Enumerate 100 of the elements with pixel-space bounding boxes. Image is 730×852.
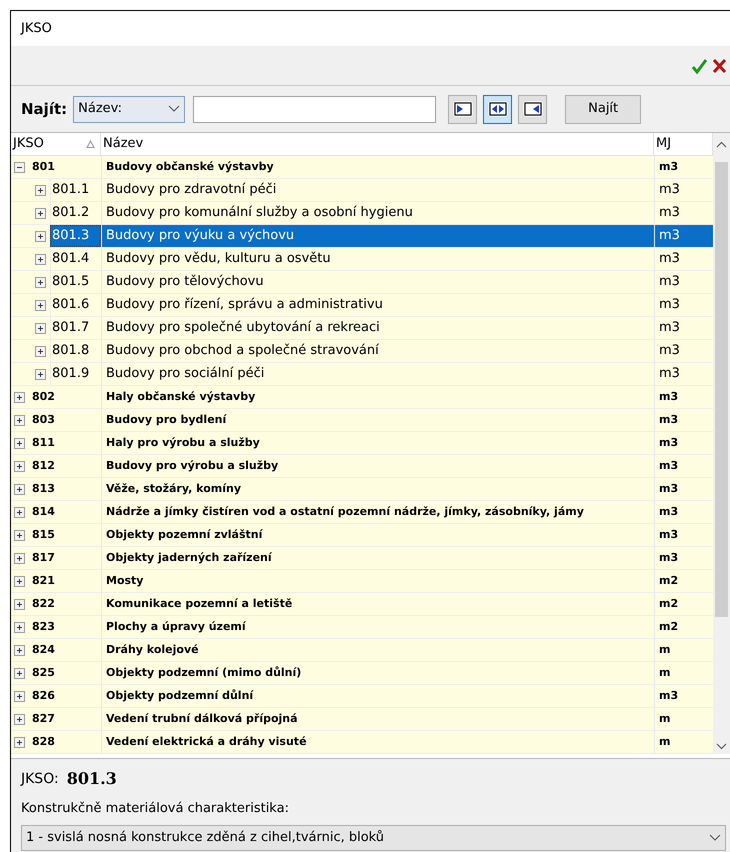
- name-cell[interactable]: Vedení trubní dálková přípojná: [101, 708, 654, 730]
- expand-icon[interactable]: [35, 300, 46, 310]
- name-cell[interactable]: Budovy pro zdravotní péči: [101, 179, 654, 201]
- name-cell[interactable]: Budovy pro sociální péči: [101, 363, 654, 385]
- name-cell[interactable]: Budovy občanské výstavby: [101, 156, 654, 178]
- code-cell[interactable]: 801.3: [50, 225, 101, 247]
- expand-icon[interactable]: [14, 460, 25, 472]
- unit-cell[interactable]: m3: [654, 478, 713, 500]
- unit-cell[interactable]: m3: [654, 455, 713, 477]
- name-cell[interactable]: Budovy pro vědu, kulturu a osvětu: [101, 248, 654, 270]
- expand-icon[interactable]: [14, 644, 25, 656]
- unit-cell[interactable]: m3: [654, 386, 713, 408]
- expand-icon[interactable]: [14, 598, 25, 610]
- chevron-down-icon[interactable]: [716, 743, 727, 750]
- unit-cell[interactable]: m3: [654, 294, 713, 316]
- close-icon[interactable]: [712, 58, 727, 74]
- unit-cell[interactable]: m3: [654, 225, 713, 247]
- expand-icon[interactable]: [35, 230, 46, 242]
- name-cell[interactable]: Plochy a úpravy území: [101, 616, 654, 638]
- name-cell[interactable]: Budovy pro společné ubytování a rekreaci: [101, 317, 654, 339]
- name-cell[interactable]: Haly občanské výstavby: [101, 386, 654, 408]
- field-dropdown[interactable]: Název:: [73, 96, 186, 122]
- name-cell[interactable]: Mosty: [101, 570, 654, 592]
- unit-cell[interactable]: m: [654, 639, 713, 661]
- name-cell[interactable]: Objekty jaderných zařízení: [101, 547, 654, 569]
- unit-cell[interactable]: m2: [654, 570, 713, 592]
- match-start-button[interactable]: [448, 94, 478, 124]
- unit-cell[interactable]: m3: [654, 340, 713, 362]
- unit-cell[interactable]: m3: [654, 179, 713, 201]
- expand-icon[interactable]: [14, 690, 25, 702]
- unit-cell[interactable]: m: [654, 731, 713, 753]
- expand-icon[interactable]: [14, 576, 25, 586]
- expand-icon[interactable]: [35, 346, 46, 356]
- expand-icon[interactable]: [35, 368, 46, 380]
- name-cell[interactable]: Objekty podzemní důlní: [101, 685, 654, 707]
- unit-cell[interactable]: m3: [654, 501, 713, 523]
- name-cell[interactable]: Budovy pro bydlení: [101, 409, 654, 431]
- column-header[interactable]: Název: [101, 133, 654, 155]
- thumb[interactable]: [715, 162, 728, 617]
- scrollbar[interactable]: [713, 156, 730, 754]
- name-cell[interactable]: Nádrže a jímky čistíren vod a ostatní pozemní nádrže, jímky, zásobníky, jámy: [101, 501, 654, 523]
- expand-icon[interactable]: [14, 506, 25, 518]
- find-button[interactable]: Najít: [565, 94, 642, 124]
- unit-cell[interactable]: m3: [654, 547, 713, 569]
- name-cell[interactable]: Budovy pro výrobu a služby: [101, 455, 654, 477]
- name-cell[interactable]: Objekty pozemní zvláštní: [101, 524, 654, 546]
- expand-icon[interactable]: [14, 414, 25, 426]
- unit-cell[interactable]: m3: [654, 248, 713, 270]
- unit-cell[interactable]: m3: [654, 363, 713, 385]
- chevron-down-icon: [709, 834, 721, 842]
- name-cell[interactable]: Haly pro výrobu a služby: [101, 432, 654, 454]
- expand-icon[interactable]: [35, 322, 46, 334]
- window-title: JKSO: [21, 20, 52, 38]
- expand-icon[interactable]: [35, 276, 46, 288]
- match-anywhere-button[interactable]: [483, 94, 512, 124]
- name-cell[interactable]: Komunikace pozemní a letiště: [101, 593, 654, 615]
- name-cell[interactable]: Budovy pro řízení, správu a administrativu: [101, 294, 654, 316]
- name-cell[interactable]: Objekty podzemní (mimo důlní): [101, 662, 654, 684]
- unit-cell[interactable]: m3: [654, 432, 713, 454]
- unit-cell[interactable]: m3: [654, 317, 713, 339]
- characteristic-dropdown[interactable]: 1 - svislá nosná konstrukce zděná z cihel,tvárnic, bloků: [21, 824, 726, 850]
- unit-cell[interactable]: m: [654, 708, 713, 730]
- expand-icon[interactable]: [14, 438, 25, 448]
- characteristic-label: Konstrukčně materiálová charakteristika:: [21, 800, 290, 818]
- name-cell[interactable]: Budovy pro obchod a společné stravování: [101, 340, 654, 362]
- expand-icon[interactable]: [14, 484, 25, 494]
- expand-icon[interactable]: [14, 392, 25, 402]
- find-label: Najít:: [21, 98, 68, 120]
- check-icon[interactable]: [691, 58, 708, 74]
- search-field[interactable]: [193, 96, 436, 122]
- collapse-icon[interactable]: [14, 162, 25, 172]
- expand-icon[interactable]: [14, 552, 25, 564]
- name-cell[interactable]: Věže, stožáry, komíny: [101, 478, 654, 500]
- unit-cell[interactable]: m3: [654, 524, 713, 546]
- unit-cell[interactable]: m3: [654, 271, 713, 293]
- name-cell[interactable]: Budovy pro komunální služby a osobní hygienu: [101, 202, 654, 224]
- column-header[interactable]: JKSO: [11, 133, 101, 155]
- expand-icon[interactable]: [35, 184, 46, 196]
- unit-cell[interactable]: m2: [654, 593, 713, 615]
- unit-cell[interactable]: m3: [654, 685, 713, 707]
- name-cell[interactable]: Budovy pro tělovýchovu: [101, 271, 654, 293]
- jkso-label: JKSO:: [21, 770, 59, 788]
- name-cell[interactable]: Vedení elektrická a dráhy visuté: [101, 731, 654, 753]
- name-cell[interactable]: Budovy pro výuku a výchovu: [101, 225, 654, 247]
- expand-icon[interactable]: [14, 668, 25, 678]
- unit-cell[interactable]: m3: [654, 156, 713, 178]
- arrow-icon: [488, 102, 507, 116]
- expand-icon[interactable]: [14, 622, 25, 632]
- unit-cell[interactable]: m: [654, 662, 713, 684]
- unit-cell[interactable]: m3: [654, 202, 713, 224]
- chevron-up-icon[interactable]: [716, 141, 727, 148]
- expand-icon[interactable]: [14, 736, 25, 748]
- unit-cell[interactable]: m3: [654, 409, 713, 431]
- unit-cell[interactable]: m2: [654, 616, 713, 638]
- expand-icon[interactable]: [14, 714, 25, 724]
- expand-icon[interactable]: [14, 530, 25, 540]
- match-end-button[interactable]: [518, 94, 548, 124]
- expand-icon[interactable]: [35, 208, 46, 218]
- name-cell[interactable]: Dráhy kolejové: [101, 639, 654, 661]
- expand-icon[interactable]: [35, 254, 46, 264]
